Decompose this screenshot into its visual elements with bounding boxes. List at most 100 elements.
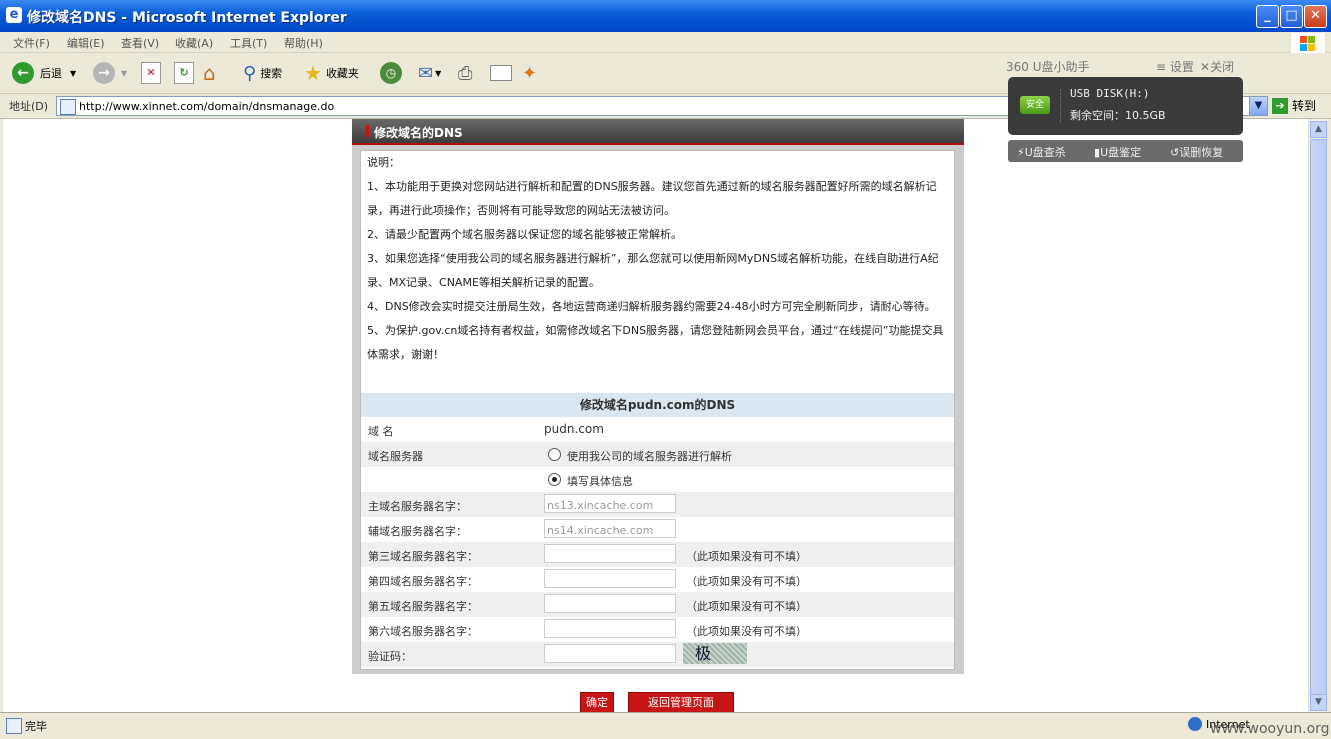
safe-badge: 安全 bbox=[1020, 96, 1050, 114]
form-title: 修改域名pudn.com的DNS bbox=[361, 393, 954, 417]
search-button[interactable]: ⚲ 搜索 bbox=[243, 61, 282, 85]
menu-favorites[interactable]: 收藏(A) bbox=[175, 35, 213, 51]
radio-use-ours-label[interactable]: 使用我公司的域名服务器进行解析 bbox=[567, 448, 732, 464]
back-button[interactable]: ← 后退 ▼ bbox=[12, 61, 76, 85]
ns-label: 第三域名服务器名字： bbox=[368, 550, 478, 563]
usb-actions-bar: ⚡U盘查杀 ▮U盘鉴定 ↺误删恢复 bbox=[1008, 140, 1243, 162]
globe-icon bbox=[1188, 717, 1202, 731]
sixth-ns-input[interactable] bbox=[544, 619, 676, 638]
watermark: www.wooyun.org bbox=[1210, 721, 1330, 737]
favorites-button[interactable]: ★ 收藏夹 bbox=[304, 61, 359, 85]
minimize-button[interactable]: _ bbox=[1256, 5, 1279, 28]
refresh-button[interactable]: ↻ bbox=[174, 61, 194, 85]
refresh-icon: ↻ bbox=[174, 62, 194, 84]
primary-ns-input[interactable]: ns13.xincache.com bbox=[544, 494, 676, 513]
usb-disk-name: USB DISK(H:) bbox=[1070, 87, 1150, 100]
usb-helper-header: 360 U盘小助手 ≡ 设置 ✕关闭 bbox=[1006, 57, 1245, 75]
menu-file[interactable]: 文件(F) bbox=[13, 35, 50, 51]
address-dropdown-button[interactable]: ▼ bbox=[1249, 96, 1268, 116]
radio-custom-label[interactable]: 填写具体信息 bbox=[567, 473, 633, 489]
usb-identify-button[interactable]: ▮U盘鉴定 bbox=[1094, 144, 1141, 160]
optional-hint: （此项如果没有可不填） bbox=[686, 625, 807, 638]
captcha-row: 验证码： 极 bbox=[361, 642, 954, 667]
domain-label: 域 名 bbox=[368, 425, 394, 438]
scroll-thumb[interactable] bbox=[1310, 139, 1327, 696]
radio-custom[interactable] bbox=[548, 473, 561, 486]
ie-logo-icon: e bbox=[6, 7, 22, 23]
vertical-scrollbar[interactable]: ▲ ▼ bbox=[1308, 119, 1327, 712]
back-to-manage-button[interactable]: 返回管理页面 bbox=[628, 692, 734, 712]
ns-row-5: 第五域名服务器名字： （此项如果没有可不填） bbox=[361, 592, 954, 617]
history-button[interactable]: ◷ bbox=[380, 61, 402, 85]
panel-body: 说明： 1、本功能用于更换对您网站进行解析和配置的DNS服务器。建议您首先通过新… bbox=[360, 150, 955, 670]
close-button[interactable]: ✕ bbox=[1304, 5, 1327, 28]
status-bar: 完毕 Internet www.wooyun.org bbox=[0, 712, 1331, 739]
ns-row-6: 第六域名服务器名字： （此项如果没有可不填） bbox=[361, 617, 954, 642]
header-marker bbox=[366, 125, 369, 137]
fifth-ns-input[interactable] bbox=[544, 594, 676, 613]
captcha-image: 极 bbox=[683, 643, 747, 664]
usb-free-space: 剩余空间：10.5GB bbox=[1070, 109, 1166, 122]
ns-label: 第六域名服务器名字： bbox=[368, 625, 478, 638]
status-text: 完毕 bbox=[25, 720, 47, 733]
home-icon: ⌂ bbox=[203, 61, 216, 85]
secondary-ns-input[interactable]: ns14.xincache.com bbox=[544, 519, 676, 538]
menu-tools[interactable]: 工具(T) bbox=[230, 35, 267, 51]
window-title: 修改域名DNS - Microsoft Internet Explorer bbox=[27, 10, 347, 26]
page-icon bbox=[60, 99, 76, 115]
chevron-down-icon: ▼ bbox=[121, 68, 128, 78]
go-arrow-icon: ➔ bbox=[1272, 97, 1288, 114]
back-arrow-icon: ← bbox=[12, 62, 34, 84]
domain-row: 域 名 pudn.com bbox=[361, 417, 954, 442]
usb-settings-link[interactable]: ≡ 设置 bbox=[1156, 58, 1194, 75]
note-item: 4、DNS修改会实时提交注册局生效，各地运营商递归解析服务器约需要24-48小时… bbox=[367, 300, 936, 313]
address-url[interactable]: http://www.xinnet.com/domain/dnsmanage.d… bbox=[79, 100, 334, 113]
address-label: 地址(D) bbox=[9, 100, 49, 113]
ns-label: 第四域名服务器名字： bbox=[368, 575, 478, 588]
ns-row-2: 辅域名服务器名字： ns14.xincache.com bbox=[361, 517, 954, 542]
notes-heading: 说明： bbox=[367, 156, 400, 169]
panel-title: 修改域名的DNS bbox=[374, 126, 463, 140]
panel-header: 修改域名的DNS bbox=[352, 119, 964, 145]
stop-button[interactable]: ✕ bbox=[141, 61, 161, 85]
usb-scan-button[interactable]: ⚡U盘查杀 bbox=[1017, 144, 1066, 160]
menu-view[interactable]: 查看(V) bbox=[121, 35, 159, 51]
forward-arrow-icon: → bbox=[93, 62, 115, 84]
divider bbox=[1060, 89, 1062, 123]
ns-label: 主域名服务器名字： bbox=[368, 500, 467, 513]
third-ns-input[interactable] bbox=[544, 544, 676, 563]
forward-button[interactable]: → ▼ bbox=[93, 61, 127, 85]
dns-server-label: 域名服务器 bbox=[368, 450, 423, 463]
dns-panel: 修改域名的DNS 说明： 1、本功能用于更换对您网站进行解析和配置的DNS服务器… bbox=[352, 119, 964, 674]
go-button[interactable]: ➔ 转到 bbox=[1272, 97, 1316, 114]
note-item: 5、为保护.gov.cn域名持有者权益，如需修改域名下DNS服务器，请您登陆新网… bbox=[367, 324, 944, 361]
star-icon: ★ bbox=[304, 61, 322, 85]
print-button[interactable]: ⎙ bbox=[458, 61, 472, 85]
captcha-input[interactable] bbox=[544, 644, 676, 663]
edit-button[interactable] bbox=[490, 61, 512, 85]
mail-button[interactable]: ✉ ▼ bbox=[418, 61, 441, 85]
confirm-button[interactable]: 确定 bbox=[580, 692, 614, 712]
fourth-ns-input[interactable] bbox=[544, 569, 676, 588]
optional-hint: （此项如果没有可不填） bbox=[686, 600, 807, 613]
scroll-up-button[interactable]: ▲ bbox=[1310, 121, 1327, 138]
chevron-down-icon: ▼ bbox=[435, 68, 442, 78]
menu-edit[interactable]: 编辑(E) bbox=[67, 35, 105, 51]
usb-recover-button[interactable]: ↺误删恢复 bbox=[1170, 144, 1223, 160]
menu-help[interactable]: 帮助(H) bbox=[284, 35, 323, 51]
title-bar: e 修改域名DNS - Microsoft Internet Explorer … bbox=[0, 0, 1331, 32]
note-item: 1、本功能用于更换对您网站进行解析和配置的DNS服务器。建议您首先通过新的域名服… bbox=[367, 180, 937, 217]
messenger-button[interactable]: ✦ bbox=[522, 61, 537, 85]
radio-use-ours[interactable] bbox=[548, 448, 561, 461]
scroll-down-button[interactable]: ▼ bbox=[1310, 694, 1327, 711]
usb-close-link[interactable]: ✕关闭 bbox=[1200, 58, 1234, 75]
menu-bar: 文件(F) 编辑(E) 查看(V) 收藏(A) 工具(T) 帮助(H) bbox=[0, 32, 1331, 53]
maximize-button[interactable]: □ bbox=[1280, 5, 1303, 28]
dns-custom-row: 填写具体信息 bbox=[361, 467, 954, 492]
page-viewport: 修改域名的DNS 说明： 1、本功能用于更换对您网站进行解析和配置的DNS服务器… bbox=[3, 119, 1308, 712]
home-button[interactable]: ⌂ bbox=[203, 61, 216, 85]
stop-icon: ✕ bbox=[141, 62, 161, 84]
printer-icon: ⎙ bbox=[458, 62, 473, 84]
chevron-down-icon[interactable]: ▼ bbox=[70, 69, 76, 78]
captcha-label: 验证码： bbox=[368, 650, 412, 663]
